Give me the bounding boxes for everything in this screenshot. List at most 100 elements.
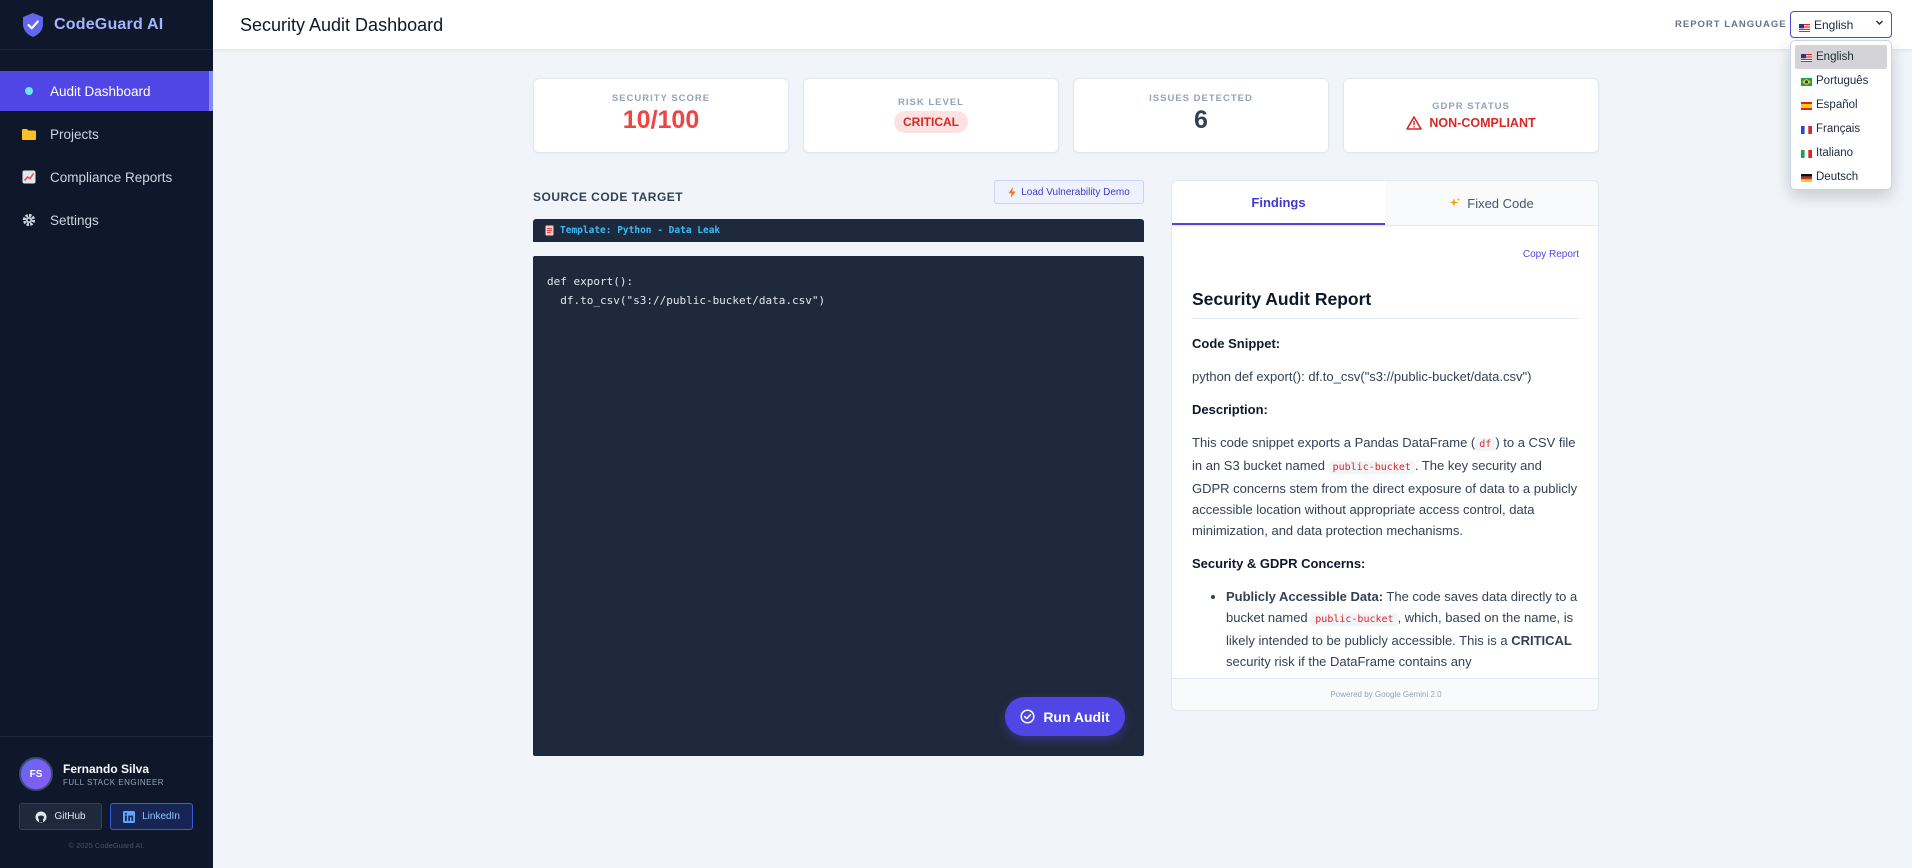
top-header: Security Audit Dashboard REPORT LANGUAGE… <box>213 0 1912 50</box>
language-option-english[interactable]: English <box>1795 45 1887 69</box>
sidebar-item-audit-dashboard[interactable]: Audit Dashboard <box>0 71 213 111</box>
user-info: Fernando Silva FULL STACK ENGINEER <box>63 762 164 787</box>
github-label: GitHub <box>54 811 86 822</box>
brand[interactable]: CodeGuard AI <box>0 0 213 50</box>
flag-us-icon <box>1799 21 1810 32</box>
language-option-espanol[interactable]: Español <box>1795 93 1887 117</box>
concerns-heading: Security & GDPR Concerns: <box>1192 556 1366 571</box>
tab-fixed-code-label: Fixed Code <box>1467 195 1534 211</box>
load-vulnerability-demo-button[interactable]: Load Vulnerability Demo <box>994 180 1144 204</box>
flag-it-icon <box>1801 149 1812 158</box>
code-snippet-text: python def export(): df.to_csv("s3://pub… <box>1192 369 1532 384</box>
copyright: © 2025 CodeGuard AI. <box>68 841 145 850</box>
report-tabs: Findings Fixed Code <box>1172 181 1598 226</box>
concern-title: Publicly Accessible Data: <box>1226 589 1384 604</box>
source-code-title: SOURCE CODE TARGET <box>533 190 684 204</box>
flag-fr-icon <box>1801 125 1812 134</box>
report-title: Security Audit Report <box>1192 289 1579 319</box>
warning-triangle-icon <box>1406 116 1423 130</box>
description-heading: Description: <box>1192 402 1268 417</box>
inline-code: public-bucket <box>1311 613 1398 626</box>
linkedin-label: LinkedIn <box>142 811 180 822</box>
shield-check-icon <box>23 12 43 37</box>
chart-icon <box>22 170 36 184</box>
tab-findings[interactable]: Findings <box>1172 181 1385 225</box>
user-row: FS Fernando Silva FULL STACK ENGINEER <box>19 757 194 791</box>
tab-findings-label: Findings <box>1251 194 1306 210</box>
language-dropdown: English Português Español Français Itali… <box>1790 40 1892 190</box>
user-name: Fernando Silva <box>63 761 150 776</box>
run-audit-button[interactable]: Run Audit <box>1005 697 1125 736</box>
report-content: Security Audit Report Code Snippet: pyth… <box>1192 289 1579 674</box>
language-select-value: English <box>1814 17 1854 32</box>
copy-report-link[interactable]: Copy Report <box>1523 249 1579 260</box>
risk-level-card: RISK LEVEL CRITICAL <box>803 78 1059 153</box>
page-title: Security Audit Dashboard <box>240 15 444 35</box>
language-option-italiano[interactable]: Italiano <box>1795 141 1887 165</box>
language-option-label: Italiano <box>1816 147 1854 159</box>
gdpr-status-card: GDPR STATUS NON-COMPLIANT <box>1343 78 1599 153</box>
gdpr-status-value: NON-COMPLIANT <box>1429 116 1536 130</box>
template-label: Template: Python - Data Leak <box>560 225 721 236</box>
sidebar: CodeGuard AI Audit Dashboard Projects Co… <box>0 0 213 868</box>
flag-es-icon <box>1801 101 1812 110</box>
security-score-label: SECURITY SCORE <box>611 93 711 104</box>
language-option-label: Deutsch <box>1816 171 1859 183</box>
sidebar-item-label: Projects <box>50 126 99 142</box>
tab-fixed-code[interactable]: Fixed Code <box>1385 181 1598 225</box>
flag-us-icon <box>1801 53 1812 62</box>
language-option-label: Español <box>1816 99 1858 111</box>
report-language-label: REPORT LANGUAGE <box>1675 19 1787 30</box>
user-role: FULL STACK ENGINEER <box>63 777 165 787</box>
check-circle-icon <box>1020 709 1035 724</box>
security-score-value: 10/100 <box>622 106 700 134</box>
language-option-deutsch[interactable]: Deutsch <box>1795 165 1887 189</box>
sidebar-item-compliance-reports[interactable]: Compliance Reports <box>0 157 213 197</box>
template-bar: Template: Python - Data Leak <box>533 219 1144 242</box>
sidebar-item-label: Audit Dashboard <box>50 83 151 99</box>
avatar[interactable]: FS <box>19 757 53 791</box>
language-option-francais[interactable]: Français <box>1795 117 1887 141</box>
github-button[interactable]: GitHub <box>19 803 102 830</box>
language-option-label: English <box>1816 51 1854 63</box>
social-links: GitHub LinkedIn <box>19 803 194 830</box>
inline-code: df <box>1475 438 1496 451</box>
language-select[interactable]: English <box>1790 11 1892 38</box>
language-option-label: Français <box>1816 123 1861 135</box>
code-editor[interactable]: def export(): df.to_csv("s3://public-buc… <box>533 256 1144 756</box>
flag-br-icon <box>1801 77 1812 86</box>
issues-detected-value: 6 <box>1194 106 1208 134</box>
dot-icon <box>22 84 36 98</box>
gear-icon <box>22 213 36 227</box>
language-option-label: Português <box>1816 75 1869 87</box>
sidebar-item-projects[interactable]: Projects <box>0 114 213 154</box>
list-item: Publicly Accessible Data: The code saves… <box>1226 586 1579 672</box>
issues-detected-card: ISSUES DETECTED 6 <box>1073 78 1329 153</box>
gdpr-status-label: GDPR STATUS <box>1432 101 1510 112</box>
concern-emphasis: CRITICAL <box>1511 633 1572 648</box>
security-score-card: SECURITY SCORE 10/100 <box>533 78 789 153</box>
document-icon <box>545 225 554 236</box>
linkedin-button[interactable]: LinkedIn <box>110 803 193 830</box>
run-audit-label: Run Audit <box>1043 708 1110 725</box>
github-icon <box>35 811 47 822</box>
description-text: This code snippet exports a Pandas DataF… <box>1192 432 1579 541</box>
folder-icon <box>22 127 36 141</box>
code-snippet-heading: Code Snippet: <box>1192 336 1281 351</box>
issues-detected-label: ISSUES DETECTED <box>1149 93 1253 104</box>
risk-level-wrap: CRITICAL <box>804 111 1058 133</box>
user-profile: FS Fernando Silva FULL STACK ENGINEER Gi… <box>0 736 213 868</box>
chevron-down-icon <box>1875 18 1884 30</box>
flag-de-icon <box>1801 173 1812 182</box>
report-panel: Findings Fixed Code Copy Report Security… <box>1171 180 1599 711</box>
demo-button-label: Load Vulnerability Demo <box>1021 186 1130 198</box>
description-part: This code snippet exports a Pandas DataF… <box>1192 435 1476 450</box>
report-footer: Powered by Google Gemini 2.0 <box>1172 678 1598 710</box>
sidebar-item-settings[interactable]: Settings <box>0 200 213 240</box>
app-name: CodeGuard AI <box>54 15 164 33</box>
concerns-list: Publicly Accessible Data: The code saves… <box>1192 586 1579 672</box>
sidebar-nav: Audit Dashboard Projects Compliance Repo… <box>0 71 213 240</box>
inline-code: public-bucket <box>1328 461 1415 474</box>
sidebar-item-label: Settings <box>50 212 99 228</box>
language-option-portugues[interactable]: Português <box>1795 69 1887 93</box>
